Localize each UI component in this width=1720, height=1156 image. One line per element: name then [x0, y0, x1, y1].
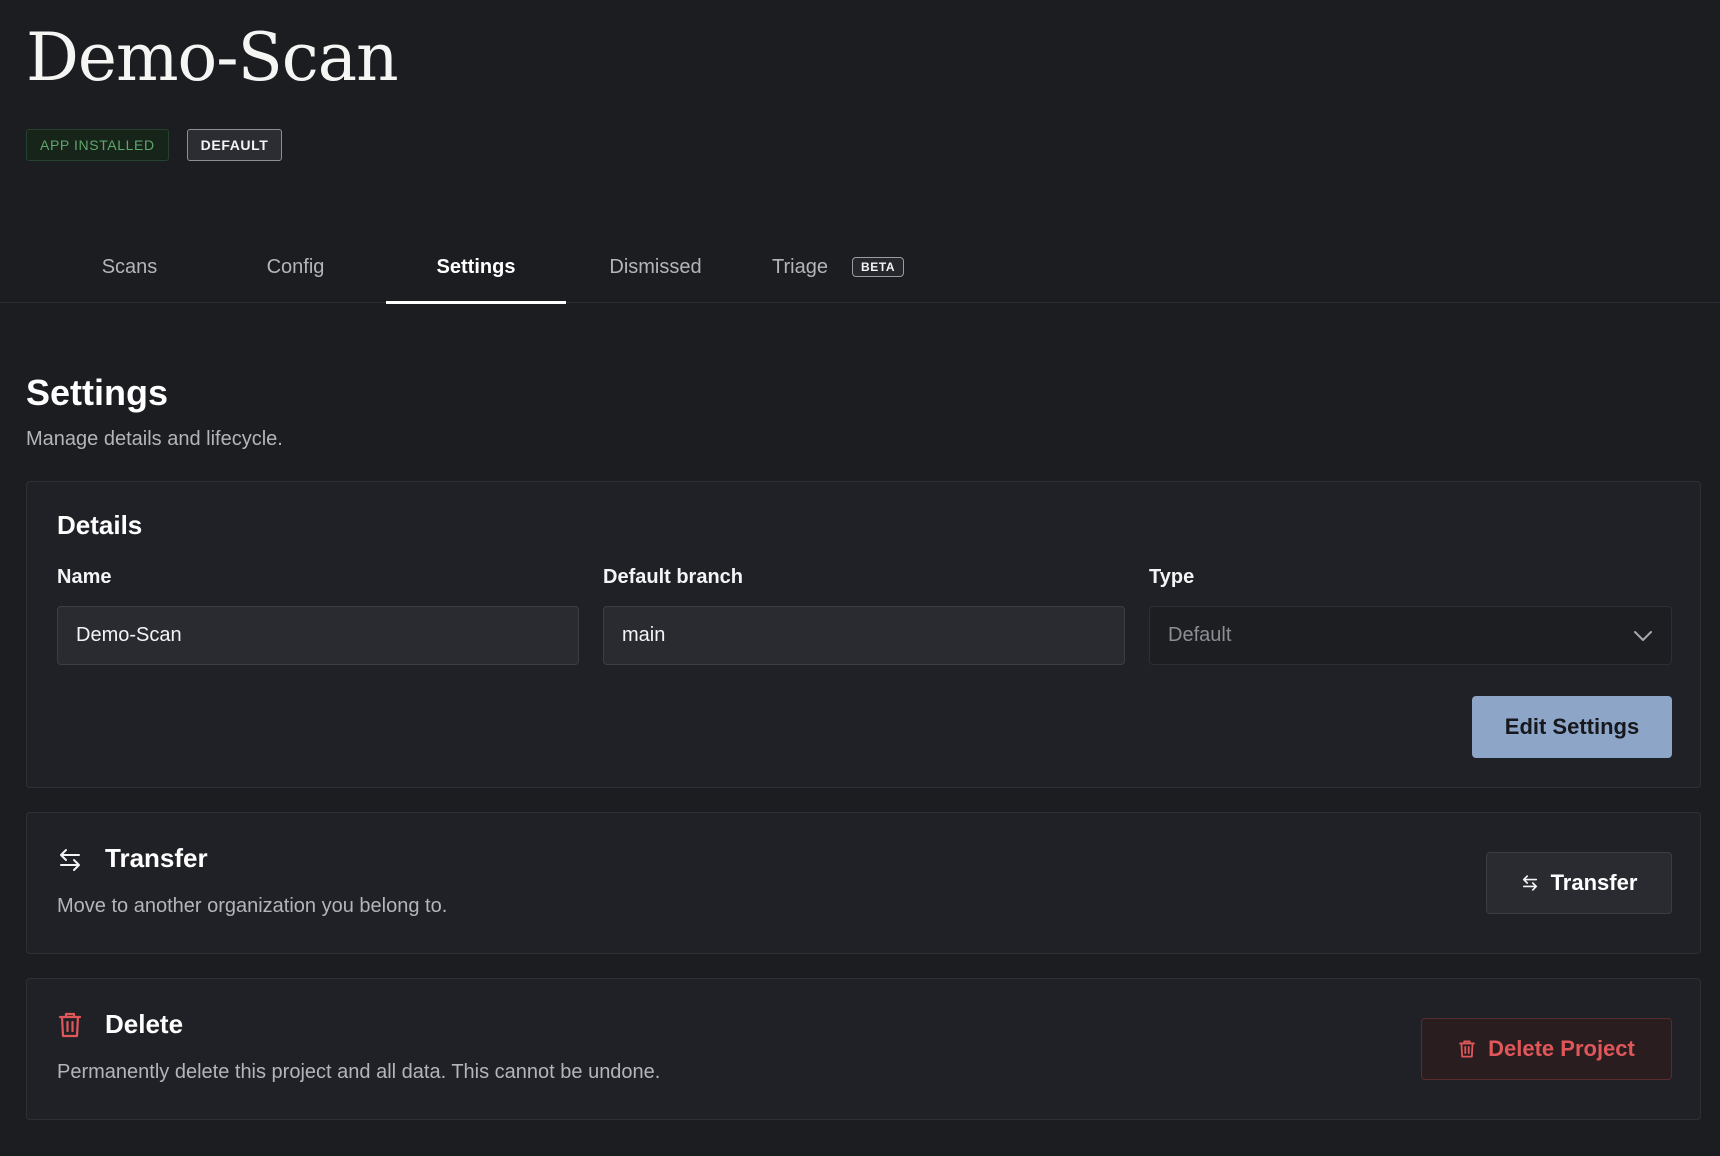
edit-settings-button[interactable]: Edit Settings: [1472, 696, 1672, 758]
type-select[interactable]: Default: [1149, 606, 1672, 665]
default-badge: DEFAULT: [186, 129, 283, 161]
tab-config[interactable]: Config: [214, 231, 377, 303]
tab-scans[interactable]: Scans: [48, 231, 211, 303]
transfer-description: Move to another organization you belong …: [57, 895, 448, 917]
transfer-arrows-icon: [1521, 874, 1539, 892]
delete-project-label: Delete Project: [1488, 1036, 1635, 1061]
trash-icon: [57, 1011, 83, 1039]
tab-settings[interactable]: Settings: [386, 231, 566, 304]
trash-icon: [1458, 1039, 1476, 1059]
transfer-arrows-icon: [57, 847, 83, 873]
chevron-down-icon: [1633, 630, 1653, 642]
transfer-button-label: Transfer: [1550, 870, 1638, 895]
tab-label: Settings: [436, 255, 516, 278]
name-input[interactable]: [57, 606, 579, 665]
project-title: Demo-Scan: [26, 19, 399, 96]
tab-label: Dismissed: [609, 255, 702, 278]
default-branch-label: Default branch: [603, 566, 744, 588]
transfer-card: Transfer Move to another organization yo…: [26, 812, 1701, 954]
tab-label: Triage: [772, 255, 828, 278]
tab-triage[interactable]: Triage BETA: [772, 231, 972, 303]
delete-description: Permanently delete this project and all …: [57, 1061, 661, 1083]
settings-subtitle: Manage details and lifecycle.: [26, 428, 283, 450]
project-settings-page: Demo-Scan APP INSTALLED DEFAULT Scans Co…: [0, 0, 1720, 1156]
project-tabs: Scans Config Settings Dismissed Triage B…: [0, 231, 1720, 304]
edit-settings-label: Edit Settings: [1504, 714, 1640, 739]
delete-heading: Delete: [105, 1009, 184, 1039]
transfer-heading: Transfer: [105, 843, 208, 873]
name-label: Name: [57, 566, 112, 588]
settings-title: Settings: [26, 372, 169, 413]
details-heading: Details: [57, 510, 143, 540]
tab-label: Scans: [101, 255, 158, 278]
tab-label: Config: [266, 255, 325, 278]
app-installed-badge: APP INSTALLED: [26, 129, 169, 161]
details-card: Details Name Default branch Type Default…: [26, 481, 1701, 788]
default-branch-input[interactable]: [603, 606, 1125, 665]
tab-dismissed[interactable]: Dismissed: [574, 231, 737, 303]
project-badges: APP INSTALLED DEFAULT: [26, 129, 283, 161]
type-select-value: Default: [1168, 624, 1232, 646]
transfer-button[interactable]: Transfer: [1486, 852, 1672, 914]
delete-card: Delete Permanently delete this project a…: [26, 978, 1701, 1120]
type-label: Type: [1149, 566, 1195, 588]
delete-project-button[interactable]: Delete Project: [1421, 1018, 1672, 1080]
beta-badge: BETA: [851, 257, 905, 277]
